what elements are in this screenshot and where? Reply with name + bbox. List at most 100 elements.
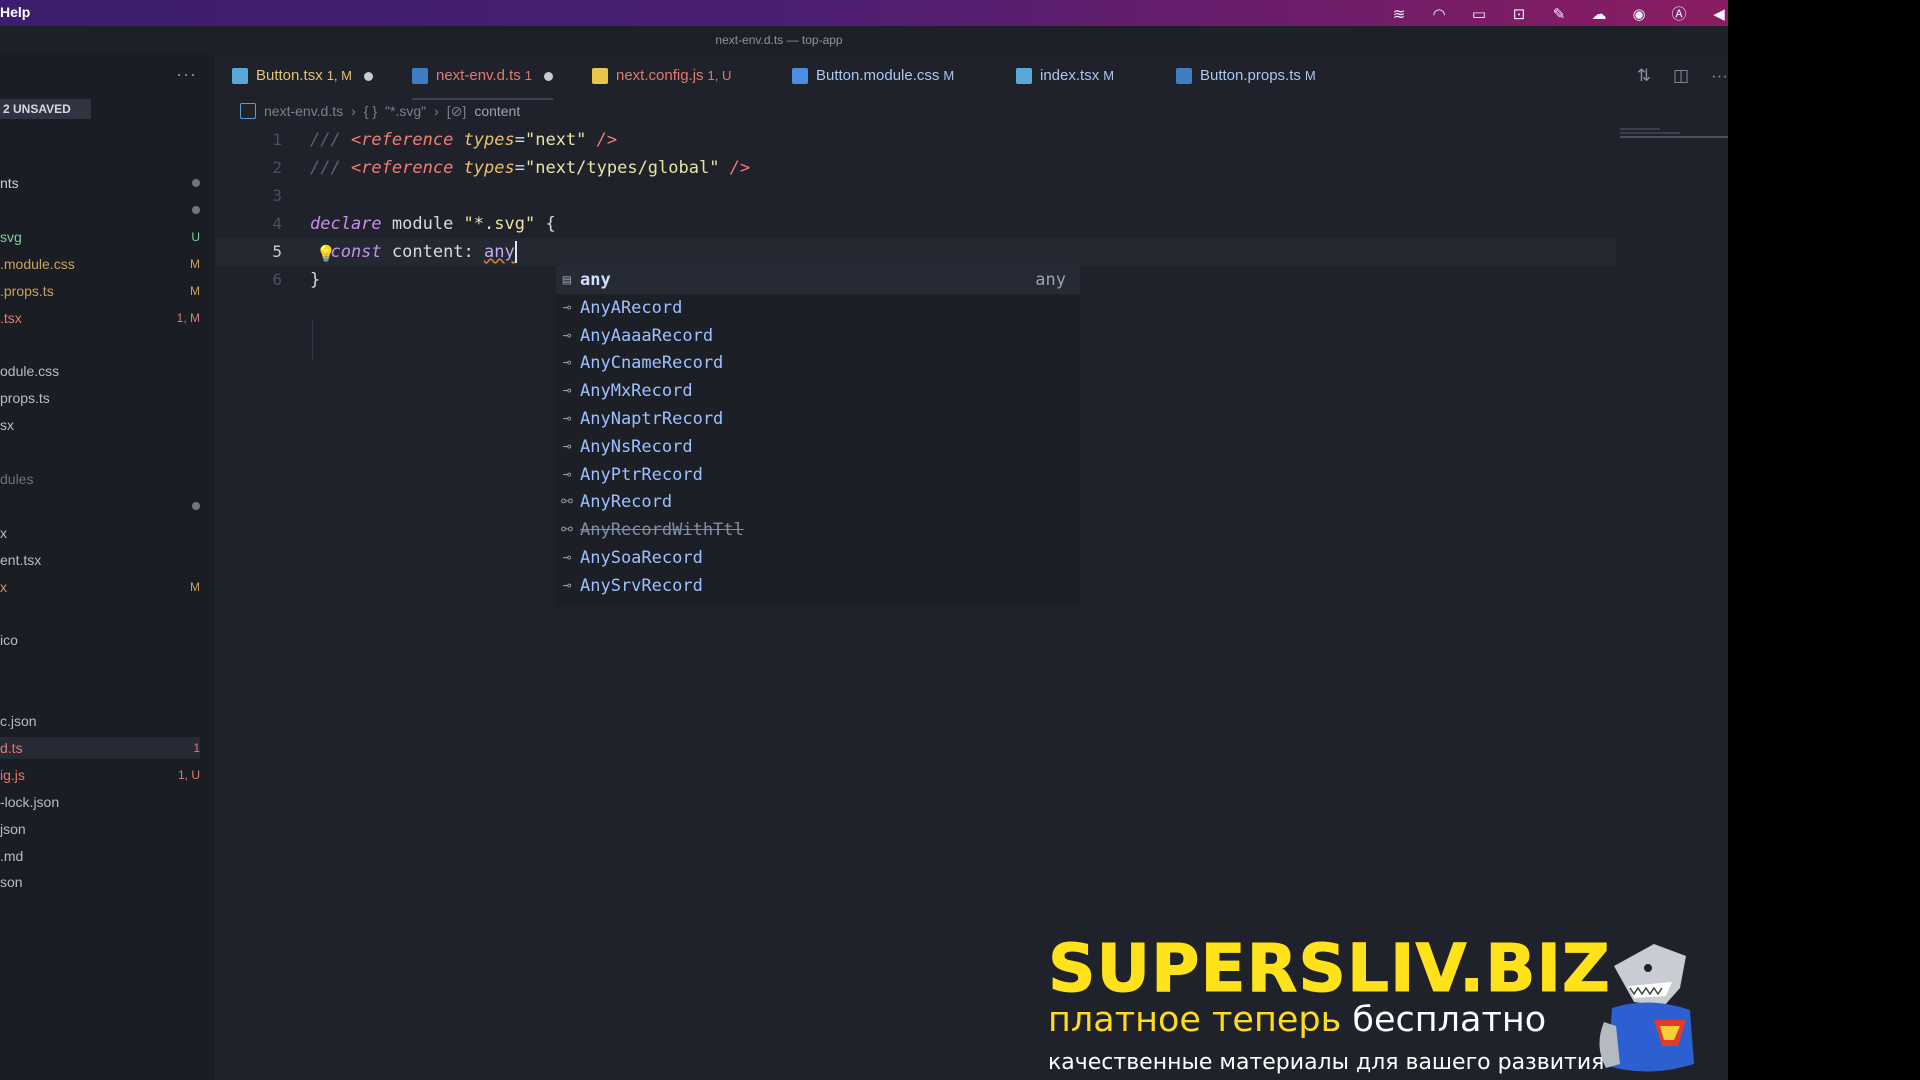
folder-changes-dot-icon [192, 199, 200, 221]
tab-button-props-ts[interactable]: Button.props.ts M [1176, 54, 1316, 98]
line-number: 6 [272, 270, 282, 289]
tab-status: M [1304, 68, 1316, 83]
suggestion-item[interactable]: ⊸ AnyNsRecord [556, 433, 1080, 461]
interface-icon: ⊸ [562, 438, 572, 455]
file-tree-item[interactable]: .tsx 1, M [0, 307, 200, 329]
file-tree-item[interactable]: odule.css [0, 360, 200, 382]
git-status-badge: M [190, 579, 200, 594]
file-tree-item[interactable]: c.json [0, 710, 200, 732]
file-tree-item[interactable]: son [0, 871, 200, 893]
feather-icon[interactable]: ✎ [1550, 5, 1568, 23]
source-control-icon[interactable]: ⇅ [1637, 66, 1651, 86]
suggestion-item[interactable]: ⊸ AnySoaRecord [556, 544, 1080, 572]
line-number: 2 [272, 158, 282, 177]
suggestion-item[interactable]: ⚯ AnyRecordWithTtl [556, 516, 1080, 544]
code-line[interactable]: 5 💡 const content: any [216, 238, 1616, 266]
file-tree-item[interactable]: dules [0, 468, 200, 490]
file-tree-item[interactable] [0, 199, 200, 221]
breadcrumb-symbol[interactable]: content [474, 103, 520, 119]
code-line[interactable]: 3 [216, 182, 1616, 210]
file-tree-item[interactable]: props.ts [0, 387, 200, 409]
file-tree-item[interactable]: .module.css M [0, 253, 200, 275]
git-status-badge: M [190, 283, 200, 298]
more-actions-icon[interactable]: ··· [1711, 66, 1728, 86]
code-token: declare [310, 214, 382, 234]
file-tree-item[interactable] [0, 495, 200, 517]
git-status-badge: M [190, 256, 200, 271]
file-tree-item[interactable]: xM [0, 576, 200, 598]
git-status-badge: 1, U [177, 767, 200, 782]
suggestion-item[interactable]: ⊸ AnySrvRecord [556, 572, 1080, 600]
breadcrumb-file[interactable]: next-env.d.ts [264, 103, 343, 119]
file-tree-item[interactable]: svg U [0, 226, 200, 248]
split-editor-icon[interactable]: ◫ [1673, 66, 1689, 86]
headphones-icon[interactable]: ◠ [1430, 5, 1448, 23]
shark-mascot-logo [1599, 944, 1694, 1072]
suggestion-item[interactable]: ⚯ AnyRecord [556, 488, 1080, 516]
code-token: /> [586, 130, 618, 150]
volume-icon[interactable]: ◀ [1710, 5, 1728, 23]
file-name: x [0, 524, 7, 541]
help-menu[interactable]: Help [0, 4, 30, 20]
javascript-icon [592, 68, 608, 85]
code-line[interactable]: 2 /// <reference types="next/types/global… [216, 154, 1616, 182]
line-number: 3 [272, 186, 282, 205]
code-line[interactable]: 4 declare module "*.svg" { [216, 210, 1616, 238]
file-tree-item[interactable]: json [0, 818, 200, 840]
file-tree-item[interactable] [0, 683, 200, 705]
file-tree-item[interactable]: .props.ts M [0, 280, 200, 302]
file-name: props.ts [0, 390, 50, 407]
tab-label: index.tsx [1040, 67, 1100, 84]
compass-icon[interactable]: ◉ [1630, 5, 1648, 23]
file-tree-item[interactable]: ent.tsx [0, 549, 200, 571]
suggestion-item[interactable]: ⊸ AnyNaptrRecord [556, 405, 1080, 433]
tab-next-config-js[interactable]: next.config.js 1, U [592, 54, 731, 98]
unsaved-dot-icon[interactable] [364, 71, 373, 81]
git-status-badge: 1 [193, 740, 200, 755]
file-tree-item[interactable] [0, 602, 200, 624]
tab-next-env-d-ts[interactable]: next-env.d.ts 1 [412, 54, 553, 100]
suggestion-item[interactable]: ⊸ AnyMxRecord [556, 377, 1080, 405]
suggestion-item[interactable]: ⊸ AnyARecord [556, 294, 1080, 322]
code-line[interactable]: 1 /// <reference types="next" /> [216, 126, 1616, 154]
stripe-icon[interactable]: ≋ [1390, 5, 1408, 23]
file-tree-item[interactable]: sx [0, 414, 200, 436]
file-tree-item[interactable] [0, 333, 200, 355]
a-icon[interactable]: Ⓐ [1670, 3, 1688, 24]
file-tree-item[interactable]: -lock.json [0, 791, 200, 813]
unsaved-dot-icon[interactable] [544, 71, 553, 81]
unsaved-badge[interactable]: 2 UNSAVED [0, 99, 91, 119]
watermark-subtitle-white: бесплатно [1352, 1000, 1547, 1040]
code-text: /// <reference types="next" /> [310, 126, 617, 154]
file-tree-item[interactable] [0, 656, 200, 678]
tab-index-tsx[interactable]: index.tsx M [1016, 54, 1114, 98]
file-name: json [0, 820, 26, 837]
file-tree-item[interactable] [0, 441, 200, 463]
minimap[interactable] [1620, 128, 1728, 138]
file-tree-item[interactable]: x [0, 522, 200, 544]
suggestion-item[interactable]: ⊸ AnyPtrRecord [556, 461, 1080, 489]
file-tree-item[interactable]: ig.js 1, U [0, 764, 200, 786]
tab-button-tsx[interactable]: Button.tsx 1, M [232, 54, 373, 98]
file-tree-item[interactable]: nts [0, 172, 200, 194]
file-tree-item[interactable]: d.ts 1 [0, 736, 200, 759]
suggestion-item[interactable]: ⊸ AnyAaaaRecord [556, 322, 1080, 350]
code-token: : [463, 242, 485, 262]
explorer-more-icon[interactable]: ··· [176, 64, 197, 85]
code-token: types [463, 130, 515, 150]
interface-icon: ⊸ [562, 383, 572, 400]
file-tree-item[interactable]: ico [0, 629, 200, 651]
cloud-icon[interactable]: ☁ [1590, 5, 1608, 23]
indent-guide [312, 320, 313, 360]
camera-icon[interactable]: ⊡ [1510, 5, 1528, 23]
tab-button-module-css[interactable]: Button.module.css M [792, 54, 954, 98]
suggestion-item[interactable]: ⊸ AnyCnameRecord [556, 349, 1080, 377]
variable-icon: [⊘] [446, 102, 467, 119]
tab-label: Button.tsx [256, 67, 323, 84]
file-tree-item[interactable]: .md [0, 845, 200, 867]
breadcrumb-module[interactable]: "*.svg" [385, 103, 426, 119]
card-icon[interactable]: ▭ [1470, 5, 1488, 23]
file-name: svg [0, 228, 22, 245]
tab-status: 1, M [326, 68, 352, 83]
suggestion-item[interactable]: ▤ any any [556, 266, 1080, 294]
